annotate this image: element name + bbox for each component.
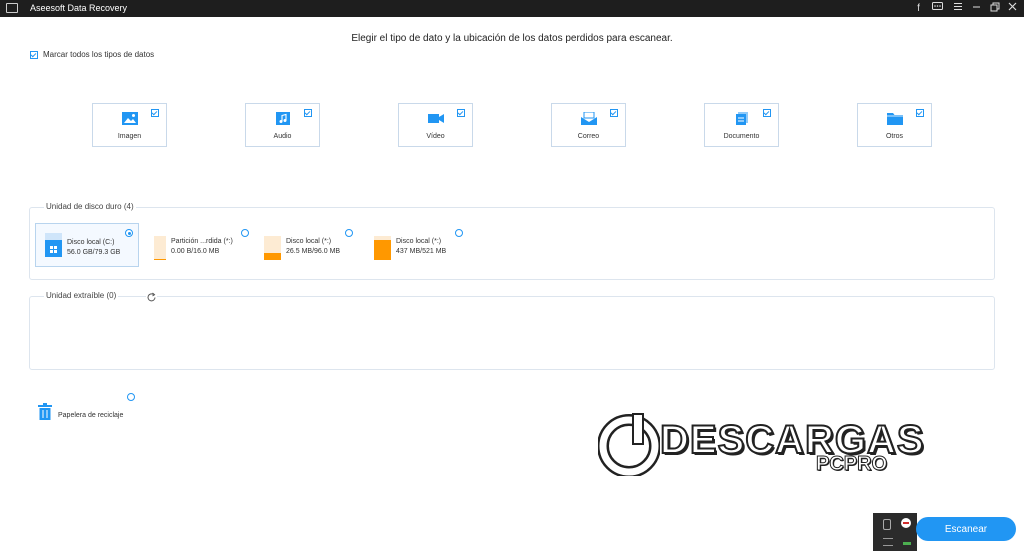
type-label: Documento — [723, 133, 760, 140]
menu-icon[interactable] — [951, 2, 964, 15]
minimize-icon[interactable] — [970, 2, 983, 15]
document-icon — [736, 112, 748, 125]
drive-name: Disco local (*:) — [396, 238, 442, 245]
mark-all-checkbox[interactable]: Marcar todos los tipos de datos — [30, 50, 154, 59]
checkbox-icon[interactable] — [304, 109, 312, 117]
battery-icon[interactable] — [903, 542, 911, 545]
folder-icon — [887, 113, 903, 125]
restore-icon[interactable] — [988, 2, 1001, 15]
drive-size: 437 MB/521 MB — [396, 248, 447, 255]
mail-icon — [581, 112, 597, 125]
drive-name: Disco local (*:) — [286, 238, 332, 245]
close-icon[interactable] — [1006, 2, 1019, 15]
chat-icon[interactable] — [931, 2, 944, 15]
mark-all-label: Marcar todos los tipos de datos — [43, 50, 155, 59]
drive-name: Disco local (C:) — [67, 239, 115, 246]
app-monitor-icon — [6, 3, 18, 13]
system-tray — [873, 513, 917, 551]
removable-section: Unidad extraíble (0) — [29, 291, 995, 370]
music-icon — [276, 112, 290, 125]
type-card-audio[interactable]: Audio — [245, 103, 320, 147]
drive-c-radio[interactable] — [125, 229, 133, 237]
image-icon — [122, 112, 138, 125]
type-label: Correo — [577, 133, 600, 140]
recycle-bin-label: Papelera de reciclaje — [58, 412, 124, 419]
drive-size: 26.5 MB/96.0 MB — [286, 248, 341, 255]
drive-item-local-2[interactable]: Disco local (*:) 26.5 MB/96.0 MB — [255, 223, 359, 267]
drive-name: Partición ...rdida (*:) — [171, 238, 233, 245]
title-bar: Aseesoft Data Recovery f — [0, 0, 1024, 17]
drive-local-3-radio[interactable] — [455, 229, 463, 237]
hard-drive-title: Unidad de disco duro (4) — [44, 202, 136, 211]
type-card-image[interactable]: Imagen — [92, 103, 167, 147]
windows-drive-icon — [45, 233, 62, 257]
facebook-icon[interactable]: f — [912, 2, 925, 15]
type-label: Otros — [885, 133, 904, 140]
checkbox-icon[interactable] — [151, 109, 159, 117]
scan-button[interactable]: Escanear — [916, 517, 1016, 541]
checkbox-icon[interactable] — [610, 109, 618, 117]
checkbox-icon[interactable] — [763, 109, 771, 117]
drive-icon — [374, 236, 391, 260]
hard-drive-section: Unidad de disco duro (4) Disco local (C:… — [29, 202, 995, 280]
type-card-document[interactable]: Documento — [704, 103, 779, 147]
refresh-icon[interactable] — [146, 292, 157, 303]
checkbox-icon[interactable] — [916, 109, 924, 117]
shield-icon[interactable] — [901, 518, 911, 528]
type-card-mail[interactable]: Correo — [551, 103, 626, 147]
drive-lost-partition-radio[interactable] — [241, 229, 249, 237]
watermark-logo — [598, 413, 660, 476]
type-label: Audio — [273, 133, 292, 140]
checkbox-icon[interactable] — [30, 50, 38, 59]
trash-icon — [38, 403, 52, 420]
type-card-video[interactable]: Vídeo — [398, 103, 473, 147]
type-label: Vídeo — [426, 133, 445, 140]
window-title: Aseesoft Data Recovery — [30, 3, 128, 13]
drive-item-c[interactable]: Disco local (C:) 56.0 GB/79.3 GB — [35, 223, 139, 267]
usb-icon[interactable] — [883, 519, 891, 530]
drive-size: 56.0 GB/79.3 GB — [67, 249, 121, 256]
page-heading: Elegir el tipo de dato y la ubicación de… — [351, 33, 673, 44]
type-label: Imagen — [117, 133, 142, 140]
drive-size: 0.00 B/16.0 MB — [171, 248, 220, 255]
recycle-bin-radio[interactable] — [127, 393, 135, 401]
drive-local-2-radio[interactable] — [345, 229, 353, 237]
drive-item-local-3[interactable]: Disco local (*:) 437 MB/521 MB — [365, 223, 469, 267]
checkbox-icon[interactable] — [457, 109, 465, 117]
drive-icon — [264, 236, 281, 260]
type-card-others[interactable]: Otros — [857, 103, 932, 147]
network-icon[interactable] — [883, 538, 893, 546]
drive-icon — [154, 236, 166, 260]
drive-item-lost-partition[interactable]: Partición ...rdida (*:) 0.00 B/16.0 MB — [145, 223, 249, 267]
removable-title: Unidad extraíble (0) — [44, 291, 119, 300]
video-icon — [428, 114, 444, 123]
watermark-line2: PCPRO — [815, 453, 888, 476]
